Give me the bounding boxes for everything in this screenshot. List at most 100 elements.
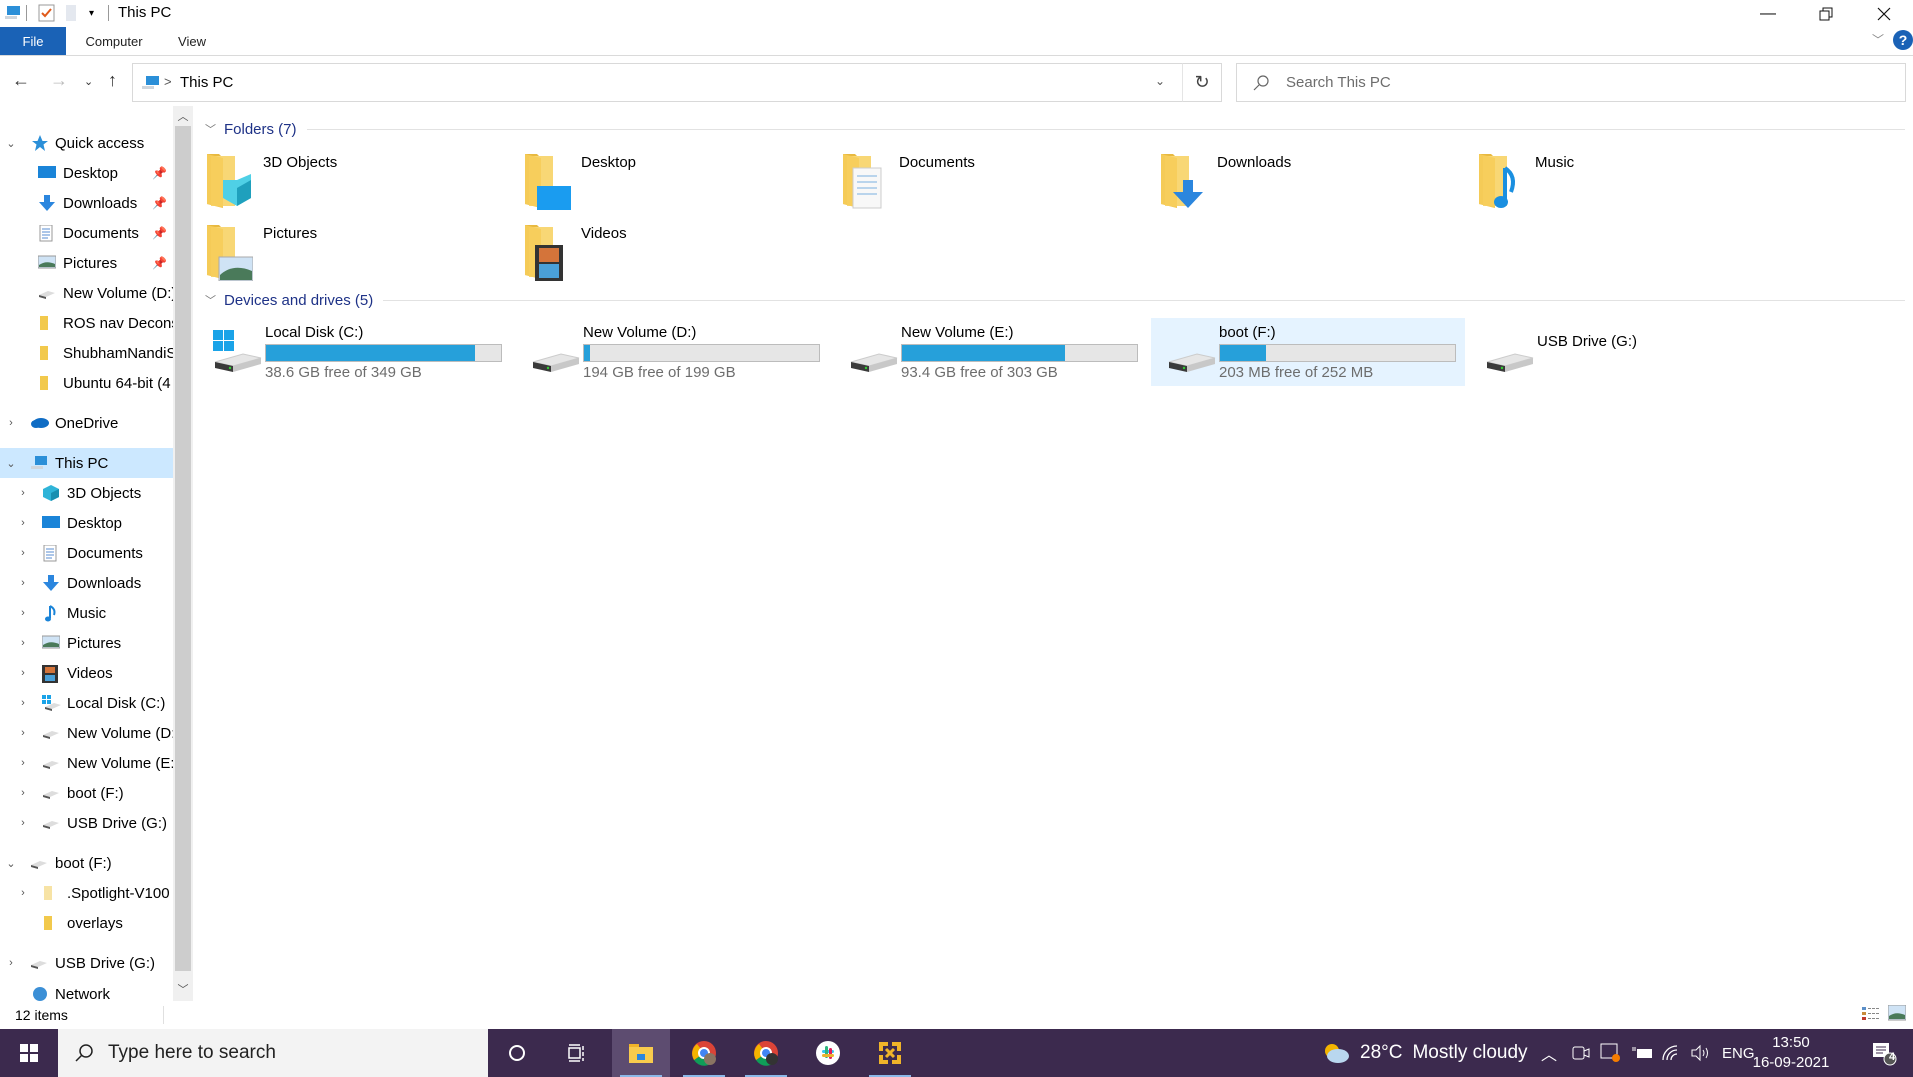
chevron-right-icon[interactable]: › — [4, 417, 18, 429]
language-indicator[interactable]: ENG — [1722, 1029, 1755, 1077]
pin-icon[interactable]: 📌 — [152, 256, 167, 270]
minimize-button[interactable]: — — [1739, 0, 1797, 27]
search-box[interactable]: Search This PC — [1236, 63, 1906, 102]
pin-icon[interactable]: 📌 — [152, 226, 167, 240]
wifi-button[interactable] — [1661, 1029, 1681, 1077]
sidebar-qa-shubhamnandis[interactable]: ShubhamNandiS — [0, 338, 173, 368]
chevron-right-icon[interactable]: › — [16, 667, 30, 679]
folder-tile-documents[interactable]: Documents — [841, 150, 1155, 216]
taskbar-file-explorer[interactable] — [612, 1029, 670, 1077]
start-button[interactable] — [0, 1029, 58, 1077]
action-center-button[interactable]: 4 — [1855, 1029, 1913, 1077]
chevron-down-icon[interactable]: ⌄ — [4, 457, 18, 470]
taskbar-chrome-2[interactable] — [737, 1029, 795, 1077]
breadcrumb-this-pc[interactable]: This PC — [180, 74, 233, 91]
sidebar-this-pc-documents[interactable]: › Documents — [0, 538, 173, 568]
pin-icon[interactable]: 📌 — [152, 166, 167, 180]
sidebar-qa-ros-nav[interactable]: ROS nav Deconstructed — [0, 308, 173, 338]
tab-file[interactable]: File — [0, 27, 66, 55]
folder-tile-desktop[interactable]: Desktop — [523, 150, 837, 216]
chevron-right-icon[interactable]: › — [16, 547, 30, 559]
tab-computer[interactable]: Computer — [74, 27, 154, 55]
folder-tile-downloads[interactable]: Downloads — [1159, 150, 1473, 216]
meet-now-button[interactable] — [1572, 1029, 1590, 1077]
sidebar-this-pc-downloads[interactable]: › Downloads — [0, 568, 173, 598]
forward-button[interactable]: → — [50, 70, 68, 91]
update-tray-button[interactable] — [1600, 1029, 1622, 1077]
weather-widget[interactable]: 28°C Mostly cloudy — [1322, 1029, 1528, 1077]
sidebar-this-pc-music[interactable]: › Music — [0, 598, 173, 628]
sidebar-qa-documents[interactable]: Documents 📌 — [0, 218, 173, 248]
drive-tile-new-volume-d[interactable]: New Volume (D:) 194 GB free of 199 GB — [515, 318, 829, 386]
sidebar-onedrive[interactable]: › OneDrive — [0, 408, 173, 438]
sidebar-quick-access[interactable]: ⌄ Quick access — [0, 128, 173, 158]
sidebar-this-pc-new-volume-e[interactable]: › New Volume (E:) — [0, 748, 173, 778]
sidebar-qa-desktop[interactable]: Desktop 📌 — [0, 158, 173, 188]
sidebar-network[interactable]: Network — [0, 986, 173, 1001]
scrollbar-thumb[interactable] — [175, 126, 191, 971]
drive-tile-new-volume-e[interactable]: New Volume (E:) 93.4 GB free of 303 GB — [833, 318, 1147, 386]
show-hidden-icons-button[interactable]: ︿ — [1541, 1029, 1557, 1077]
sidebar-this-pc-boot-f[interactable]: › boot (F:) — [0, 778, 173, 808]
taskbar-search-box[interactable]: Type here to search — [58, 1029, 488, 1077]
volume-button[interactable] — [1690, 1029, 1712, 1077]
folder-tile-music[interactable]: Music — [1477, 150, 1791, 216]
chevron-right-icon[interactable]: › — [4, 957, 18, 969]
chevron-right-icon[interactable]: › — [16, 787, 30, 799]
sidebar-qa-new-volume-d[interactable]: New Volume (D:) — [0, 278, 173, 308]
address-dropdown-icon[interactable]: ⌄ — [1155, 74, 1165, 88]
folder-tile-3d-objects[interactable]: 3D Objects — [205, 150, 519, 216]
address-bar[interactable]: > This PC ⌄ — [132, 63, 1222, 102]
drive-tile-boot-f[interactable]: boot (F:) 203 MB free of 252 MB — [1151, 318, 1465, 386]
sidebar-this-pc-pictures[interactable]: › Pictures — [0, 628, 173, 658]
chevron-right-icon[interactable]: › — [16, 757, 30, 769]
restore-button[interactable] — [1797, 0, 1855, 27]
sidebar-this-pc-3d-objects[interactable]: › 3D Objects — [0, 478, 173, 508]
folder-tile-videos[interactable]: Videos — [523, 221, 837, 287]
customize-quick-access-icon[interactable]: ▾ — [89, 4, 94, 22]
navigation-pane-scrollbar[interactable]: ︿ ﹀ — [173, 106, 193, 1001]
search-input[interactable]: Search This PC — [1286, 74, 1391, 91]
refresh-button[interactable]: ↻ — [1182, 63, 1222, 102]
sidebar-qa-pictures[interactable]: Pictures 📌 — [0, 248, 173, 278]
folders-section-header[interactable]: ﹀ Folders (7) — [205, 118, 1905, 140]
taskbar-cortana[interactable] — [488, 1029, 546, 1077]
sidebar-this-pc-new-volume-d[interactable]: › New Volume (D:) — [0, 718, 173, 748]
collapse-chevron-icon[interactable]: ﹀ — [205, 292, 216, 308]
breadcrumb-separator[interactable]: > — [164, 74, 172, 89]
sidebar-this-pc-usb-drive-g[interactable]: › USB Drive (G:) — [0, 808, 173, 838]
sidebar-this-pc[interactable]: ⌄ This PC — [0, 448, 173, 478]
battery-button[interactable] — [1632, 1029, 1654, 1077]
expand-ribbon-chevron-icon[interactable]: ﹀ — [1872, 31, 1884, 48]
taskbar-task-view[interactable] — [548, 1029, 606, 1077]
pin-icon[interactable]: 📌 — [152, 196, 167, 210]
sidebar-boot-spotlight[interactable]: › .Spotlight-V100 — [0, 878, 173, 908]
drive-tile-usb-drive-g[interactable]: USB Drive (G:) — [1469, 318, 1783, 386]
sidebar-qa-downloads[interactable]: Downloads 📌 — [0, 188, 173, 218]
chevron-right-icon[interactable]: › — [16, 727, 30, 739]
collapse-chevron-icon[interactable]: ﹀ — [205, 121, 216, 137]
chevron-right-icon[interactable]: › — [16, 637, 30, 649]
close-button[interactable] — [1855, 0, 1913, 27]
chevron-right-icon[interactable]: › — [16, 577, 30, 589]
drive-tile-local-disk-c[interactable]: Local Disk (C:) 38.6 GB free of 349 GB — [197, 318, 511, 386]
sidebar-this-pc-desktop[interactable]: › Desktop — [0, 508, 173, 538]
chevron-right-icon[interactable]: › — [16, 887, 30, 899]
properties-quick-icon[interactable] — [38, 4, 56, 22]
back-button[interactable]: ← — [12, 70, 30, 91]
taskbar-chrome-1[interactable] — [675, 1029, 733, 1077]
folder-tile-pictures[interactable]: Pictures — [205, 221, 519, 287]
new-folder-quick-icon[interactable] — [64, 4, 78, 22]
chevron-down-icon[interactable]: ⌄ — [4, 857, 18, 870]
sidebar-boot-overlays[interactable]: overlays — [0, 908, 173, 938]
scroll-down-arrow-icon[interactable]: ﹀ — [173, 981, 193, 999]
taskbar-vmware[interactable] — [861, 1029, 919, 1077]
drives-section-header[interactable]: ﹀ Devices and drives (5) — [205, 289, 1905, 311]
help-button[interactable]: ? — [1893, 30, 1913, 50]
chevron-right-icon[interactable]: › — [16, 697, 30, 709]
large-icons-view-button[interactable] — [1887, 1004, 1907, 1025]
sidebar-this-pc-videos[interactable]: › Videos — [0, 658, 173, 688]
sidebar-usb-g[interactable]: › USB Drive (G:) — [0, 948, 173, 978]
tab-view[interactable]: View — [166, 27, 218, 55]
taskbar-search-input[interactable]: Type here to search — [108, 1042, 276, 1064]
